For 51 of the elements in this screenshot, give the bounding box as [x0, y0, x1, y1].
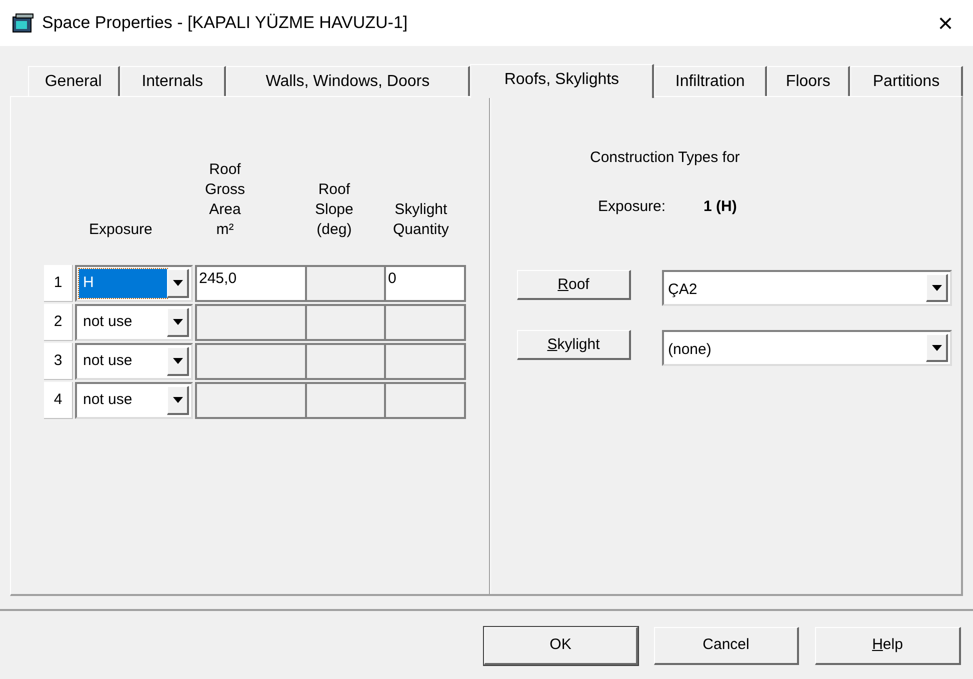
dropdown-value: not use: [82, 390, 134, 410]
dialog-button[interactable]: Cancel: [654, 627, 799, 665]
dialog-button[interactable]: Help: [815, 627, 961, 665]
construction-type-button[interactable]: Roof: [517, 270, 631, 300]
construction-dropdown[interactable]: ÇA2: [662, 270, 952, 306]
tab[interactable]: General: [28, 66, 120, 96]
dropdown-arrow-button[interactable]: [167, 386, 189, 415]
exposure-dropdown[interactable]: H: [75, 265, 193, 302]
exposure-dropdown[interactable]: not use: [75, 304, 193, 341]
dropdown-arrow-button[interactable]: [167, 269, 189, 298]
column-header: Roof Slope (deg): [315, 180, 354, 240]
column-header: Exposure: [89, 220, 152, 240]
dropdown-value: ÇA2: [667, 280, 698, 300]
dropdown-value: (none): [667, 340, 712, 360]
exposure-dropdown[interactable]: not use: [75, 343, 193, 380]
dropdown-arrow-button[interactable]: [167, 347, 189, 376]
column-header: Roof Gross Area m²: [205, 160, 246, 240]
app-icon: [12, 13, 34, 33]
dropdown-value: H: [79, 269, 167, 298]
row-number: 2: [44, 304, 73, 341]
construction-type-button[interactable]: Skylight: [517, 330, 631, 360]
dropdown-value: not use: [82, 351, 134, 372]
tab[interactable]: Floors: [766, 66, 850, 96]
dropdown-value: not use: [82, 312, 134, 332]
column-header: Skylight Quantity: [393, 200, 449, 240]
row-number: 4: [44, 382, 73, 419]
tab[interactable]: Partitions: [850, 66, 963, 96]
dropdown-arrow-button[interactable]: [926, 334, 948, 362]
exposure-dropdown[interactable]: not use: [75, 382, 193, 419]
row-number: 3: [44, 343, 73, 380]
tab[interactable]: Roofs, Skylights: [470, 64, 654, 98]
tab[interactable]: Internals: [120, 66, 226, 96]
caret-icon: [172, 358, 182, 364]
construction-dropdown[interactable]: (none): [662, 330, 952, 366]
tab[interactable]: Infiltration: [654, 66, 767, 96]
dropdown-arrow-button[interactable]: [926, 274, 948, 302]
caret-icon: [172, 319, 182, 325]
exposure-label: Exposure:: [598, 196, 666, 216]
caret-icon: [932, 344, 942, 350]
window-title: Space Properties - [KAPALI YÜZME HAVUZU-1]: [42, 12, 408, 34]
row-number: 1: [44, 265, 73, 302]
close-button[interactable]: ×: [930, 10, 961, 36]
section-heading: Construction Types for: [590, 148, 740, 168]
table-cell[interactable]: 245,0: [197, 267, 307, 300]
dialog-button[interactable]: OK: [484, 627, 638, 665]
caret-icon: [172, 280, 182, 286]
caret-icon: [172, 397, 182, 403]
caret-icon: [932, 284, 942, 290]
exposure-value: 1 (H): [704, 196, 737, 216]
dropdown-arrow-button[interactable]: [167, 308, 189, 337]
table-cell[interactable]: 0: [386, 267, 464, 300]
